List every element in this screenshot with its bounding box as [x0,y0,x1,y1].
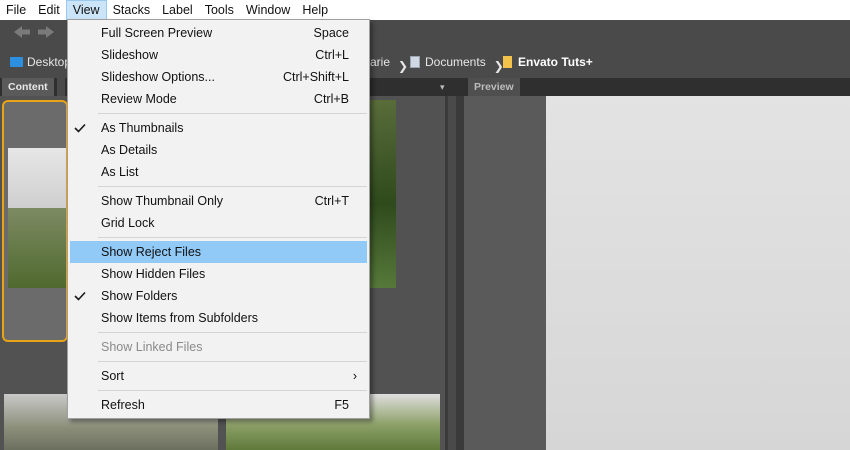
menu-item-as-list[interactable]: As List [68,161,369,183]
scrollbar[interactable] [448,96,456,450]
preview-panel [464,96,850,450]
menu-item-slideshow-options[interactable]: Slideshow Options... Ctrl+Shift+L [68,66,369,88]
menu-file[interactable]: File [0,0,32,20]
forward-arrow-icon[interactable] [36,24,56,40]
menu-item-show-folders[interactable]: Show Folders [68,285,369,307]
menu-item-grid-lock[interactable]: Grid Lock [68,212,369,234]
menu-item-show-hidden-files[interactable]: Show Hidden Files [68,263,369,285]
menu-separator [68,387,369,394]
view-menu-dropdown: Full Screen Preview Space Slideshow Ctrl… [67,19,370,419]
panel-divider[interactable] [445,96,464,450]
preview-image [546,96,850,450]
menu-item-show-reject-files[interactable]: Show Reject Files [70,241,367,263]
panel-menu-icon[interactable]: ▾ [440,82,452,92]
back-arrow-icon[interactable] [12,24,32,40]
checkmark-icon [74,123,86,133]
thumbnail-photo[interactable] [370,100,396,288]
menu-item-full-screen-preview[interactable]: Full Screen Preview Space [68,22,369,44]
tab-preview[interactable]: Preview [468,78,520,96]
thumbnail-landscape [8,208,66,288]
menu-item-show-linked-files: Show Linked Files [101,340,203,354]
breadcrumb-documents[interactable]: Documents ❯ [410,50,512,74]
selected-thumbnail[interactable] [2,100,68,342]
menu-separator [68,358,369,365]
tab-content[interactable]: Content [2,78,54,96]
menu-separator [68,183,369,190]
tab-hidden[interactable] [57,78,65,96]
thumbnail-sky [8,148,66,208]
menu-edit[interactable]: Edit [32,0,66,20]
menu-item-as-details[interactable]: As Details [68,139,369,161]
menu-item-refresh[interactable]: Refresh F5 [68,394,369,416]
menu-item-as-thumbnails[interactable]: As Thumbnails [68,117,369,139]
menu-help[interactable]: Help [296,0,334,20]
menu-tools[interactable]: Tools [199,0,240,20]
menu-stacks[interactable]: Stacks [107,0,157,20]
breadcrumb-desktop[interactable]: Desktop [10,50,71,74]
folder-blue-icon [10,57,23,67]
menu-separator [68,329,369,336]
menu-item-review-mode[interactable]: Review Mode Ctrl+B [68,88,369,110]
menu-separator [68,110,369,117]
menu-label[interactable]: Label [156,0,199,20]
nav-buttons [12,24,56,40]
chevron-right-icon: › [352,369,357,383]
menu-view[interactable]: View [65,0,107,20]
menu-item-show-thumbnail-only[interactable]: Show Thumbnail Only Ctrl+T [68,190,369,212]
breadcrumb-envato[interactable]: Envato Tuts+ [503,50,593,74]
menu-window[interactable]: Window [240,0,296,20]
menu-bar: File Edit View Stacks Label Tools Window… [0,0,850,20]
menu-item-sort[interactable]: Sort › [68,365,369,387]
chevron-right-icon: ❯ [398,58,409,73]
folder-yellow-icon [503,56,512,68]
menu-separator [68,234,369,241]
menu-item-show-items-from-subfolders[interactable]: Show Items from Subfolders [68,307,369,329]
checkmark-icon [74,291,86,301]
documents-folder-icon [410,56,420,68]
menu-item-slideshow[interactable]: Slideshow Ctrl+L [68,44,369,66]
